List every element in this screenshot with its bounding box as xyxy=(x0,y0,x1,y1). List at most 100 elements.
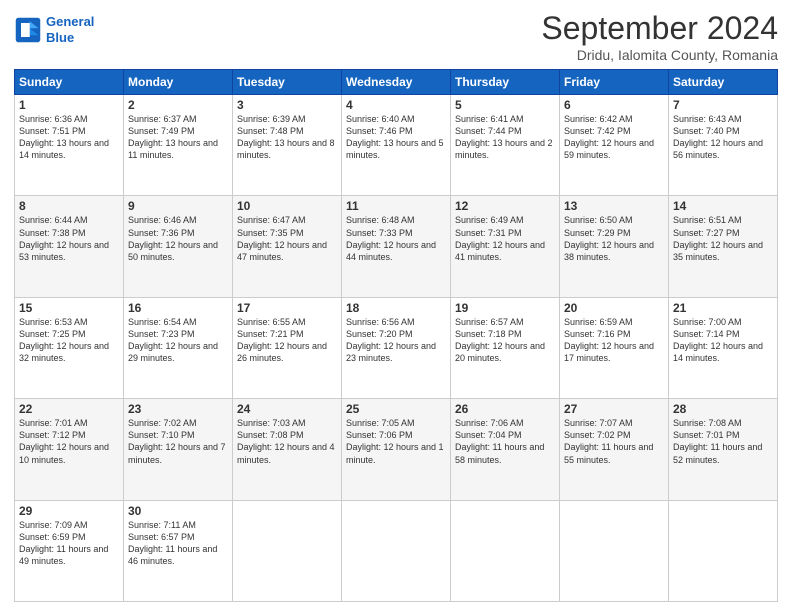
calendar-week-row: 29Sunrise: 7:09 AM Sunset: 6:59 PM Dayli… xyxy=(15,500,778,601)
day-number: 9 xyxy=(128,199,228,213)
month-title: September 2024 xyxy=(541,10,778,47)
page: General Blue September 2024 Dridu, Ialom… xyxy=(0,0,792,612)
weekday-header: Wednesday xyxy=(342,70,451,95)
calendar-cell: 28Sunrise: 7:08 AM Sunset: 7:01 PM Dayli… xyxy=(669,399,778,500)
weekday-header: Saturday xyxy=(669,70,778,95)
day-info: Sunrise: 6:56 AM Sunset: 7:20 PM Dayligh… xyxy=(346,316,446,365)
logo: General Blue xyxy=(14,14,94,45)
day-number: 1 xyxy=(19,98,119,112)
day-info: Sunrise: 7:06 AM Sunset: 7:04 PM Dayligh… xyxy=(455,417,555,466)
calendar-cell: 12Sunrise: 6:49 AM Sunset: 7:31 PM Dayli… xyxy=(451,196,560,297)
calendar-cell xyxy=(560,500,669,601)
day-number: 26 xyxy=(455,402,555,416)
day-number: 25 xyxy=(346,402,446,416)
header: General Blue September 2024 Dridu, Ialom… xyxy=(14,10,778,63)
calendar-cell xyxy=(342,500,451,601)
day-number: 8 xyxy=(19,199,119,213)
calendar-week-row: 15Sunrise: 6:53 AM Sunset: 7:25 PM Dayli… xyxy=(15,297,778,398)
day-number: 5 xyxy=(455,98,555,112)
calendar-cell: 18Sunrise: 6:56 AM Sunset: 7:20 PM Dayli… xyxy=(342,297,451,398)
day-number: 7 xyxy=(673,98,773,112)
day-number: 30 xyxy=(128,504,228,518)
calendar-cell: 26Sunrise: 7:06 AM Sunset: 7:04 PM Dayli… xyxy=(451,399,560,500)
day-info: Sunrise: 6:39 AM Sunset: 7:48 PM Dayligh… xyxy=(237,113,337,162)
day-number: 13 xyxy=(564,199,664,213)
calendar-cell: 16Sunrise: 6:54 AM Sunset: 7:23 PM Dayli… xyxy=(124,297,233,398)
day-number: 24 xyxy=(237,402,337,416)
calendar-cell: 24Sunrise: 7:03 AM Sunset: 7:08 PM Dayli… xyxy=(233,399,342,500)
day-number: 17 xyxy=(237,301,337,315)
calendar-cell: 21Sunrise: 7:00 AM Sunset: 7:14 PM Dayli… xyxy=(669,297,778,398)
day-info: Sunrise: 6:40 AM Sunset: 7:46 PM Dayligh… xyxy=(346,113,446,162)
day-number: 2 xyxy=(128,98,228,112)
day-number: 15 xyxy=(19,301,119,315)
day-info: Sunrise: 6:50 AM Sunset: 7:29 PM Dayligh… xyxy=(564,214,664,263)
day-number: 20 xyxy=(564,301,664,315)
day-number: 10 xyxy=(237,199,337,213)
day-info: Sunrise: 7:05 AM Sunset: 7:06 PM Dayligh… xyxy=(346,417,446,466)
day-info: Sunrise: 6:51 AM Sunset: 7:27 PM Dayligh… xyxy=(673,214,773,263)
day-info: Sunrise: 6:36 AM Sunset: 7:51 PM Dayligh… xyxy=(19,113,119,162)
day-info: Sunrise: 6:57 AM Sunset: 7:18 PM Dayligh… xyxy=(455,316,555,365)
day-info: Sunrise: 6:55 AM Sunset: 7:21 PM Dayligh… xyxy=(237,316,337,365)
day-info: Sunrise: 7:01 AM Sunset: 7:12 PM Dayligh… xyxy=(19,417,119,466)
calendar-cell: 27Sunrise: 7:07 AM Sunset: 7:02 PM Dayli… xyxy=(560,399,669,500)
day-info: Sunrise: 6:54 AM Sunset: 7:23 PM Dayligh… xyxy=(128,316,228,365)
day-info: Sunrise: 6:53 AM Sunset: 7:25 PM Dayligh… xyxy=(19,316,119,365)
calendar-cell: 15Sunrise: 6:53 AM Sunset: 7:25 PM Dayli… xyxy=(15,297,124,398)
calendar-week-row: 22Sunrise: 7:01 AM Sunset: 7:12 PM Dayli… xyxy=(15,399,778,500)
weekday-header: Monday xyxy=(124,70,233,95)
weekday-header: Friday xyxy=(560,70,669,95)
calendar-cell: 11Sunrise: 6:48 AM Sunset: 7:33 PM Dayli… xyxy=(342,196,451,297)
day-info: Sunrise: 6:41 AM Sunset: 7:44 PM Dayligh… xyxy=(455,113,555,162)
calendar-cell: 29Sunrise: 7:09 AM Sunset: 6:59 PM Dayli… xyxy=(15,500,124,601)
day-info: Sunrise: 7:02 AM Sunset: 7:10 PM Dayligh… xyxy=(128,417,228,466)
day-info: Sunrise: 6:47 AM Sunset: 7:35 PM Dayligh… xyxy=(237,214,337,263)
location-title: Dridu, Ialomita County, Romania xyxy=(541,47,778,63)
calendar-cell: 9Sunrise: 6:46 AM Sunset: 7:36 PM Daylig… xyxy=(124,196,233,297)
calendar-cell: 23Sunrise: 7:02 AM Sunset: 7:10 PM Dayli… xyxy=(124,399,233,500)
day-number: 21 xyxy=(673,301,773,315)
calendar-cell: 14Sunrise: 6:51 AM Sunset: 7:27 PM Dayli… xyxy=(669,196,778,297)
day-number: 6 xyxy=(564,98,664,112)
weekday-header: Tuesday xyxy=(233,70,342,95)
calendar-cell: 2Sunrise: 6:37 AM Sunset: 7:49 PM Daylig… xyxy=(124,95,233,196)
day-number: 28 xyxy=(673,402,773,416)
calendar-cell: 25Sunrise: 7:05 AM Sunset: 7:06 PM Dayli… xyxy=(342,399,451,500)
calendar-cell: 8Sunrise: 6:44 AM Sunset: 7:38 PM Daylig… xyxy=(15,196,124,297)
calendar-cell xyxy=(233,500,342,601)
calendar-cell: 7Sunrise: 6:43 AM Sunset: 7:40 PM Daylig… xyxy=(669,95,778,196)
day-number: 11 xyxy=(346,199,446,213)
day-number: 12 xyxy=(455,199,555,213)
calendar-cell: 10Sunrise: 6:47 AM Sunset: 7:35 PM Dayli… xyxy=(233,196,342,297)
calendar-cell: 13Sunrise: 6:50 AM Sunset: 7:29 PM Dayli… xyxy=(560,196,669,297)
day-info: Sunrise: 7:07 AM Sunset: 7:02 PM Dayligh… xyxy=(564,417,664,466)
calendar-cell: 5Sunrise: 6:41 AM Sunset: 7:44 PM Daylig… xyxy=(451,95,560,196)
calendar-cell: 6Sunrise: 6:42 AM Sunset: 7:42 PM Daylig… xyxy=(560,95,669,196)
logo-icon xyxy=(14,16,42,44)
day-number: 22 xyxy=(19,402,119,416)
calendar-cell xyxy=(451,500,560,601)
day-info: Sunrise: 6:48 AM Sunset: 7:33 PM Dayligh… xyxy=(346,214,446,263)
day-number: 16 xyxy=(128,301,228,315)
day-number: 27 xyxy=(564,402,664,416)
calendar-cell xyxy=(669,500,778,601)
day-number: 19 xyxy=(455,301,555,315)
calendar-cell: 20Sunrise: 6:59 AM Sunset: 7:16 PM Dayli… xyxy=(560,297,669,398)
day-info: Sunrise: 7:03 AM Sunset: 7:08 PM Dayligh… xyxy=(237,417,337,466)
calendar-cell: 22Sunrise: 7:01 AM Sunset: 7:12 PM Dayli… xyxy=(15,399,124,500)
day-number: 14 xyxy=(673,199,773,213)
calendar-cell: 1Sunrise: 6:36 AM Sunset: 7:51 PM Daylig… xyxy=(15,95,124,196)
calendar-header-row: SundayMondayTuesdayWednesdayThursdayFrid… xyxy=(15,70,778,95)
title-block: September 2024 Dridu, Ialomita County, R… xyxy=(541,10,778,63)
day-info: Sunrise: 7:09 AM Sunset: 6:59 PM Dayligh… xyxy=(19,519,119,568)
day-info: Sunrise: 7:00 AM Sunset: 7:14 PM Dayligh… xyxy=(673,316,773,365)
calendar-week-row: 1Sunrise: 6:36 AM Sunset: 7:51 PM Daylig… xyxy=(15,95,778,196)
weekday-header: Thursday xyxy=(451,70,560,95)
day-number: 23 xyxy=(128,402,228,416)
calendar-table: SundayMondayTuesdayWednesdayThursdayFrid… xyxy=(14,69,778,602)
day-info: Sunrise: 6:42 AM Sunset: 7:42 PM Dayligh… xyxy=(564,113,664,162)
day-info: Sunrise: 6:46 AM Sunset: 7:36 PM Dayligh… xyxy=(128,214,228,263)
day-info: Sunrise: 7:11 AM Sunset: 6:57 PM Dayligh… xyxy=(128,519,228,568)
calendar-cell: 19Sunrise: 6:57 AM Sunset: 7:18 PM Dayli… xyxy=(451,297,560,398)
